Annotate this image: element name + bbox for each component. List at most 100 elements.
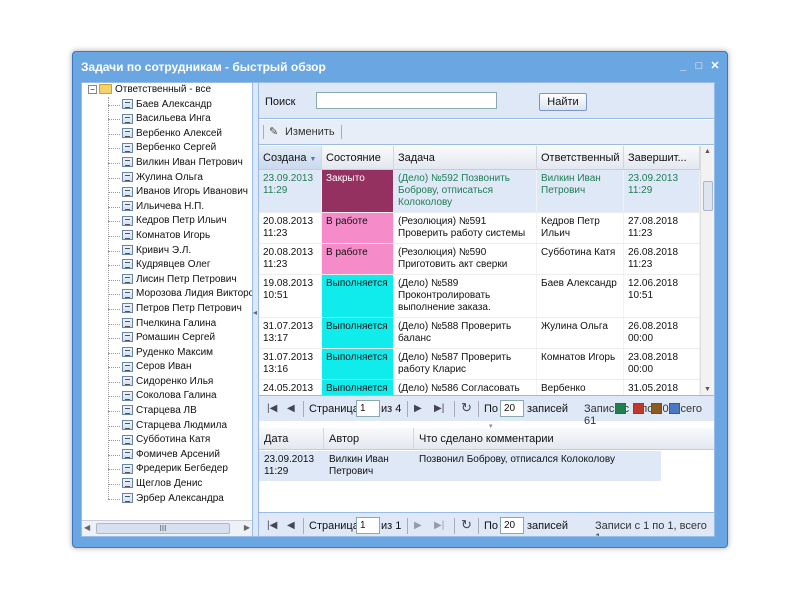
records-info: Записи с 1 по 1, всего 1: [595, 520, 707, 536]
refresh-icon[interactable]: ↻: [461, 517, 472, 533]
prev-page-icon[interactable]: ◀: [287, 403, 295, 414]
column-author[interactable]: Автор: [324, 428, 414, 449]
table-row[interactable]: 20.08.2013 11:23 В работе (Резолюция) №590…: [259, 244, 700, 275]
scroll-thumb[interactable]: III: [96, 523, 230, 534]
tasks-grid: Создана ▼ Состояние Задача Ответственный…: [259, 146, 700, 395]
tree-item-employee[interactable]: Кривич Э.Л.: [82, 244, 252, 259]
last-page-icon[interactable]: ▶|: [434, 520, 444, 531]
tree-item-employee[interactable]: Субботина Катя: [82, 433, 252, 448]
tree-item-employee[interactable]: Вилкин Иван Петрович: [82, 156, 252, 171]
tree-item-employee[interactable]: Эрбер Александра: [82, 492, 252, 507]
tree-item-employee[interactable]: Ильичева Н.П.: [82, 200, 252, 215]
maximize-icon[interactable]: □: [693, 60, 705, 72]
minimize-icon[interactable]: _: [677, 60, 689, 72]
column-comment[interactable]: Что сделано комментарии: [414, 428, 714, 449]
tree-item-employee[interactable]: Кедров Петр Ильич: [82, 214, 252, 229]
column-created[interactable]: Создана ▼: [259, 146, 322, 169]
user-card-icon: [122, 215, 133, 226]
find-button[interactable]: Найти: [539, 93, 587, 111]
cell-owner: Вербенко Сергей: [537, 380, 624, 395]
column-due[interactable]: Завершит...: [624, 146, 700, 169]
tree-item-employee[interactable]: Ромашин Сергей: [82, 331, 252, 346]
tree-item-employee[interactable]: Иванов Игорь Иванович: [82, 185, 252, 200]
last-page-icon[interactable]: ▶|: [434, 403, 444, 414]
search-input[interactable]: [316, 92, 497, 109]
cell-task: (Дело) №587 Проверить работу Кларис: [394, 349, 537, 379]
tree-item-employee[interactable]: Петров Петр Петрович: [82, 302, 252, 317]
tree-item-employee[interactable]: Серов Иван: [82, 360, 252, 375]
user-card-icon: [122, 186, 133, 197]
page-input[interactable]: 1: [356, 517, 380, 534]
user-card-icon: [122, 274, 133, 285]
tree-item-employee[interactable]: Пчелкина Галина: [82, 317, 252, 332]
tree-item-employee[interactable]: Сидоренко Илья: [82, 375, 252, 390]
cell-task: (Резолюция) №590 Приготовить акт сверки: [394, 244, 537, 274]
first-page-icon[interactable]: |◀: [267, 403, 277, 414]
legend-color-chip[interactable]: [615, 403, 626, 414]
tree-item-employee[interactable]: Фредерик Бегбедер: [82, 462, 252, 477]
cell-created: 20.08.2013 11:23: [259, 244, 322, 274]
tasks-vertical-scrollbar[interactable]: ▲ ▼: [700, 146, 714, 395]
collapse-arrow-icon[interactable]: ◂: [253, 308, 257, 317]
table-row[interactable]: 31.07.2013 13:17 Выполняется (Дело) №588 П…: [259, 318, 700, 349]
per-page-input[interactable]: 20: [500, 517, 524, 534]
table-row[interactable]: 20.08.2013 11:23 В работе (Резолюция) №591…: [259, 213, 700, 244]
collapse-icon[interactable]: −: [88, 84, 97, 94]
next-page-icon[interactable]: ▶: [414, 403, 422, 414]
column-date[interactable]: Дата: [259, 428, 324, 449]
window-title-bar[interactable]: Задачи по сотрудникам - быстрый обзор _ …: [73, 52, 727, 82]
first-page-icon[interactable]: |◀: [267, 520, 277, 531]
next-page-icon[interactable]: ▶: [414, 520, 422, 531]
tree-item-employee[interactable]: Комнатов Игорь: [82, 229, 252, 244]
cell-created: 31.07.2013 13:16: [259, 349, 322, 379]
table-row[interactable]: 31.07.2013 13:16 Выполняется (Дело) №587 П…: [259, 349, 700, 380]
legend-color-chip[interactable]: [669, 403, 680, 414]
tree-item-employee[interactable]: Жулина Ольга: [82, 171, 252, 186]
tree-item-employee[interactable]: Вербенко Алексей: [82, 127, 252, 142]
tree-item-employee[interactable]: Вербенко Сергей: [82, 141, 252, 156]
tree-item-employee[interactable]: Кудрявцев Олег: [82, 258, 252, 273]
tree-item-label: Вилкин Иван Петрович: [136, 156, 243, 168]
table-row[interactable]: 23.09.2013 11:29 Закрыто (Дело) №592 Позво…: [259, 170, 700, 213]
tree-item-employee[interactable]: Щеглов Денис: [82, 477, 252, 492]
page-input[interactable]: 1: [356, 400, 380, 417]
tree-item-employee[interactable]: Лисин Петр Петрович: [82, 273, 252, 288]
tree-item-label: Руденко Максим: [136, 346, 214, 358]
tree-item-employee[interactable]: Фомичев Арсений: [82, 448, 252, 463]
legend-color-chip[interactable]: [651, 403, 662, 414]
tree-horizontal-scrollbar[interactable]: ◀ III ▶: [82, 520, 252, 536]
refresh-icon[interactable]: ↻: [461, 400, 472, 416]
column-status[interactable]: Состояние: [322, 146, 394, 169]
close-icon[interactable]: ✕: [709, 60, 721, 72]
table-row[interactable]: 24.05.2013 11:53Выполняется(Дело) №586 С…: [259, 380, 700, 395]
column-owner[interactable]: Ответственный: [537, 146, 624, 169]
comment-row[interactable]: 23.09.2013 11:29 Вилкин Иван Петрович По…: [259, 451, 661, 481]
legend-color-chip[interactable]: [633, 403, 644, 414]
scroll-left-icon[interactable]: ◀: [84, 523, 90, 532]
tree-item-employee[interactable]: Руденко Максим: [82, 346, 252, 361]
scroll-down-icon[interactable]: ▼: [704, 386, 711, 393]
per-page-input[interactable]: 20: [500, 400, 524, 417]
comment-author: Вилкин Иван Петрович: [329, 454, 389, 477]
tree-item-label: Вербенко Сергей: [136, 142, 217, 154]
tree-item-employee[interactable]: Старцева Людмила: [82, 419, 252, 434]
cell-task: (Дело) №589 Проконтролировать выполнение…: [394, 275, 537, 317]
tree-root[interactable]: − Ответственный - все: [82, 83, 252, 98]
tree-item-label: Баев Александр: [136, 98, 212, 110]
tree-item-employee[interactable]: Морозова Лидия Викторов: [82, 287, 252, 302]
cell-due: 31.05.2018 11:53: [624, 380, 700, 395]
tree-item-employee[interactable]: Старцева ЛВ: [82, 404, 252, 419]
cell-created: 19.08.2013 10:51: [259, 275, 322, 317]
scroll-up-icon[interactable]: ▲: [704, 148, 711, 155]
tree-item-label: Морозова Лидия Викторов: [136, 288, 252, 300]
scroll-thumb[interactable]: [703, 181, 713, 211]
table-row[interactable]: 19.08.2013 10:51 Выполняется (Дело) №589 П…: [259, 275, 700, 318]
prev-page-icon[interactable]: ◀: [287, 520, 295, 531]
edit-button[interactable]: ✎ Изменить: [269, 125, 335, 140]
tasks-panel: Поиск Найти ✎ Изменить Создана ▼ Состояни…: [258, 82, 715, 537]
tree-item-employee[interactable]: Соколова Галина: [82, 389, 252, 404]
tree-item-employee[interactable]: Баев Александр: [82, 98, 252, 113]
column-task[interactable]: Задача: [394, 146, 537, 169]
tree-item-employee[interactable]: Васильева Инга: [82, 112, 252, 127]
scroll-right-icon[interactable]: ▶: [244, 523, 250, 532]
